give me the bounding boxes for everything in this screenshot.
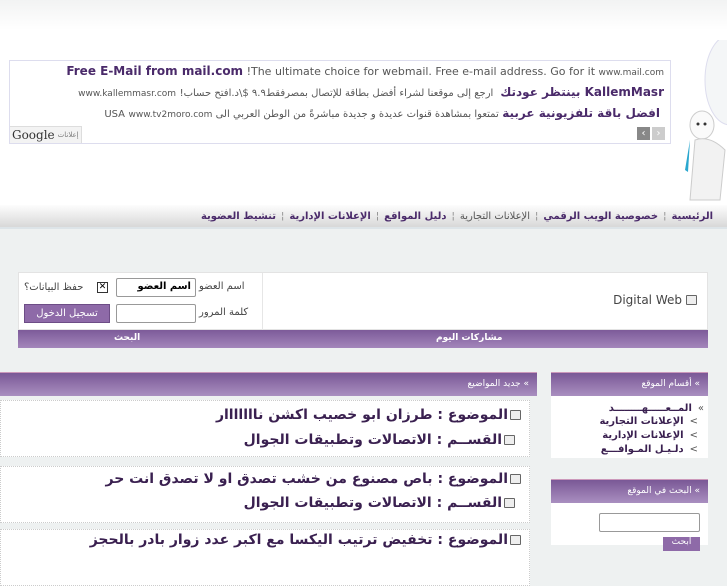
folder-icon bbox=[510, 410, 521, 420]
username-label: اسم العضو bbox=[199, 281, 245, 292]
prev-ad-arrow-icon[interactable]: ‹ bbox=[637, 127, 650, 140]
search-link[interactable]: البحث bbox=[114, 333, 140, 343]
sections-list: »المــعـــــهــــــــد >الإعلانات التجار… bbox=[551, 396, 708, 458]
site-search-button[interactable]: ابحث bbox=[663, 537, 700, 551]
site-search-header: » البحث في الموقع bbox=[551, 479, 708, 503]
section-link[interactable]: >الإعلانات التجارية bbox=[599, 416, 698, 427]
section-link[interactable]: >دلـيـل المـوافـــع bbox=[601, 444, 698, 455]
google-ads-badge[interactable]: Google إعلانات bbox=[10, 126, 82, 143]
site-search-input[interactable] bbox=[599, 513, 700, 532]
ad-item[interactable]: Free E-Mail from mail.com !The ultimate … bbox=[66, 64, 664, 78]
folder-icon bbox=[510, 474, 521, 484]
nav-commercial-ads[interactable]: الإعلانات التجارية bbox=[460, 211, 530, 222]
main-nav: الرئيسية ¦ خصوصية الويب الرقمي ¦ الإعلانات… bbox=[0, 205, 727, 229]
ad-item[interactable]: افضل باقة تلفزيونية عربية تمتعوا بمشاهدة… bbox=[104, 106, 660, 120]
nav-activate[interactable]: تنشيط العضوية bbox=[201, 211, 276, 222]
login-button[interactable]: تسجيل الدخول bbox=[24, 304, 110, 323]
remember-checkbox[interactable]: ✕ bbox=[97, 282, 108, 293]
nav-home[interactable]: الرئيسية bbox=[671, 211, 713, 222]
mascot-illustration bbox=[685, 40, 727, 201]
site-search-box: ابحث bbox=[551, 503, 708, 551]
latest-topics-header: » جديد المواضيع bbox=[0, 372, 537, 396]
next-ad-arrow-icon[interactable]: › bbox=[652, 127, 665, 140]
section-link[interactable]: »المــعـــــهــــــــد bbox=[609, 403, 704, 414]
topic-item[interactable]: الموضوع : تخفيض ترتيب اليكسا مع اكبر عدد… bbox=[0, 529, 530, 586]
site-brand[interactable]: Digital Web bbox=[613, 293, 697, 307]
section-icon bbox=[504, 498, 515, 508]
folder-icon bbox=[510, 535, 521, 545]
ad-item[interactable]: KallemMasr بينتظر عودتك ارجع إلى موقعنا … bbox=[78, 85, 664, 99]
remember-label: حفظ البيانات؟ bbox=[24, 282, 84, 293]
topic-item[interactable]: الموضوع : باص مصنوع من خشب تصدق او لا تص… bbox=[0, 466, 530, 523]
section-link[interactable]: >الإعلانات الإدارية bbox=[602, 430, 698, 441]
folder-icon bbox=[686, 295, 697, 305]
today-posts-link[interactable]: مشاركات اليوم bbox=[436, 333, 502, 343]
ad-box: Free E-Mail from mail.com !The ultimate … bbox=[9, 60, 671, 144]
password-input[interactable] bbox=[116, 304, 196, 323]
section-icon bbox=[504, 435, 515, 445]
login-box: Digital Web اسم العضو اسم العضو ✕ حفظ ال… bbox=[18, 272, 708, 331]
nav-directory[interactable]: دليل المواقع bbox=[384, 211, 446, 222]
nav-privacy[interactable]: خصوصية الويب الرقمي bbox=[543, 211, 658, 222]
topic-item[interactable]: الموضوع : طرزان ابو خصيب اكشن نااااااار … bbox=[0, 400, 530, 457]
password-label: كلمة المرور bbox=[199, 307, 249, 318]
sections-header: » أقسام الموقع bbox=[551, 372, 708, 396]
quick-bar: مشاركات اليوم البحث bbox=[18, 330, 708, 348]
username-input[interactable]: اسم العضو bbox=[116, 278, 196, 297]
nav-admin-ads[interactable]: الإعلانات الإدارية bbox=[289, 211, 370, 222]
